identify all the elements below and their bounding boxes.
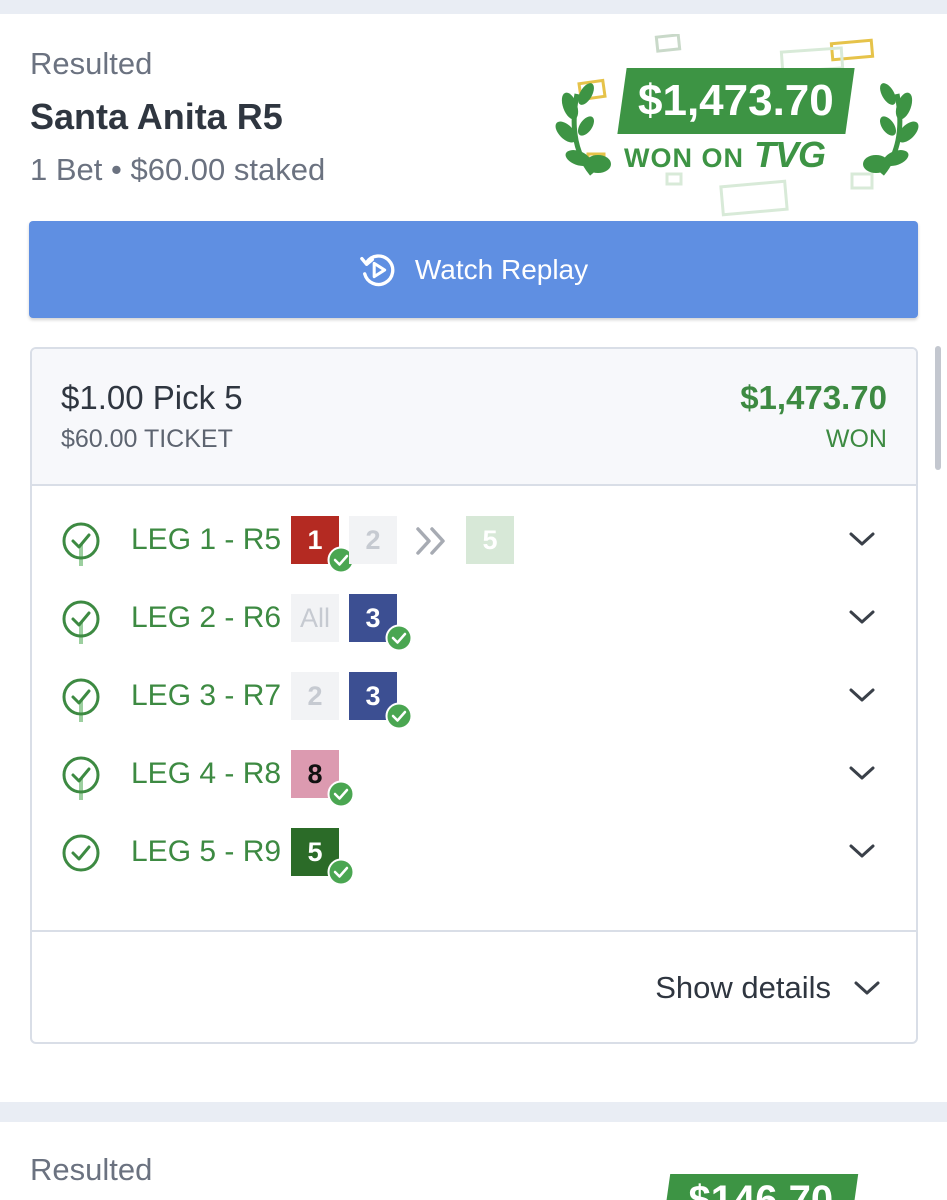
win-amount-badge: $1,473.70 bbox=[617, 68, 855, 134]
leg-row-1[interactable]: LEG 1 - R5 1 2 5 bbox=[32, 511, 916, 574]
runner-saddlecloth: 8 bbox=[291, 750, 355, 808]
check-circle-icon bbox=[62, 834, 100, 872]
check-circle-icon bbox=[62, 756, 100, 794]
bet-status: Resulted bbox=[30, 46, 153, 81]
watch-replay-button[interactable]: Watch Replay bbox=[29, 221, 918, 318]
bet-card: Resulted Santa Anita R5 1 Bet • $60.00 s… bbox=[0, 14, 947, 1102]
chevron-down-icon bbox=[854, 981, 880, 995]
chevron-down-icon[interactable] bbox=[848, 529, 876, 549]
bet-meta: 1 Bet • $60.00 staked bbox=[30, 152, 326, 187]
leg-row-2[interactable]: LEG 2 - R6 All 3 bbox=[32, 589, 916, 652]
runner-saddlecloth: 3 bbox=[349, 672, 413, 730]
chevron-down-icon[interactable] bbox=[848, 841, 876, 861]
bet-ticket: $1.00 Pick 5 $60.00 TICKET $1,473.70 WON… bbox=[30, 347, 918, 1044]
chevron-down-icon[interactable] bbox=[848, 763, 876, 783]
runner-saddlecloth: 2 bbox=[291, 672, 339, 720]
check-circle-icon bbox=[62, 600, 100, 638]
tvg-logo: TVG bbox=[754, 134, 826, 175]
runner-saddlecloth: All bbox=[291, 594, 339, 642]
payout-amount: $1,473.70 bbox=[740, 379, 887, 416]
chevron-down-icon[interactable] bbox=[848, 685, 876, 705]
race-title: Santa Anita R5 bbox=[30, 96, 283, 137]
bet-status: Resulted bbox=[30, 1152, 153, 1187]
ticket-cost: $60.00 TICKET bbox=[61, 425, 233, 453]
bet-type: $1.00 Pick 5 bbox=[61, 379, 243, 416]
runner-saddlecloth: 1 bbox=[291, 516, 355, 574]
win-amount-badge: $146.70 bbox=[661, 1174, 859, 1200]
runner-saddlecloth: 5 bbox=[466, 516, 514, 564]
check-circle-icon bbox=[385, 702, 413, 730]
ticket-header: $1.00 Pick 5 $60.00 TICKET $1,473.70 WON bbox=[32, 349, 916, 486]
watch-replay-label: Watch Replay bbox=[414, 253, 589, 285]
check-circle-icon bbox=[327, 780, 355, 808]
show-details-label: Show details bbox=[655, 970, 831, 1005]
replay-icon bbox=[360, 253, 395, 286]
leg-label: LEG 1 - R5 bbox=[131, 523, 282, 556]
runner-saddlecloth: 3 bbox=[349, 594, 413, 652]
runner-saddlecloth: 5 bbox=[291, 828, 355, 886]
check-circle-icon bbox=[327, 858, 355, 886]
ticket-footer: Show details bbox=[32, 930, 916, 1042]
double-chevron-right-icon bbox=[416, 527, 445, 555]
show-details-button[interactable]: Show details bbox=[655, 970, 881, 1006]
chevron-down-icon[interactable] bbox=[848, 607, 876, 627]
leg-row-3[interactable]: LEG 3 - R7 2 3 bbox=[32, 667, 916, 730]
won-on-tvg: WON ON TVG bbox=[624, 134, 826, 175]
leg-label: LEG 5 - R9 bbox=[131, 835, 282, 868]
leg-label: LEG 3 - R7 bbox=[131, 679, 282, 712]
legs-list: LEG 1 - R5 1 2 5 LEG 2 - R6 All 3 LEG 3 … bbox=[32, 486, 916, 930]
payout-status: WON bbox=[825, 425, 887, 453]
bet-card: Resulted $146.70 bbox=[0, 1122, 947, 1200]
leg-label: LEG 4 - R8 bbox=[131, 757, 282, 790]
leg-label: LEG 2 - R6 bbox=[131, 601, 282, 634]
leg-row-5[interactable]: LEG 5 - R9 5 bbox=[32, 823, 916, 886]
runner-saddlecloth: 2 bbox=[349, 516, 397, 564]
leg-row-4[interactable]: LEG 4 - R8 8 bbox=[32, 745, 916, 808]
check-circle-icon bbox=[62, 522, 100, 560]
scrollbar[interactable] bbox=[935, 346, 941, 470]
check-circle-icon bbox=[385, 624, 413, 652]
check-circle-icon bbox=[62, 678, 100, 716]
